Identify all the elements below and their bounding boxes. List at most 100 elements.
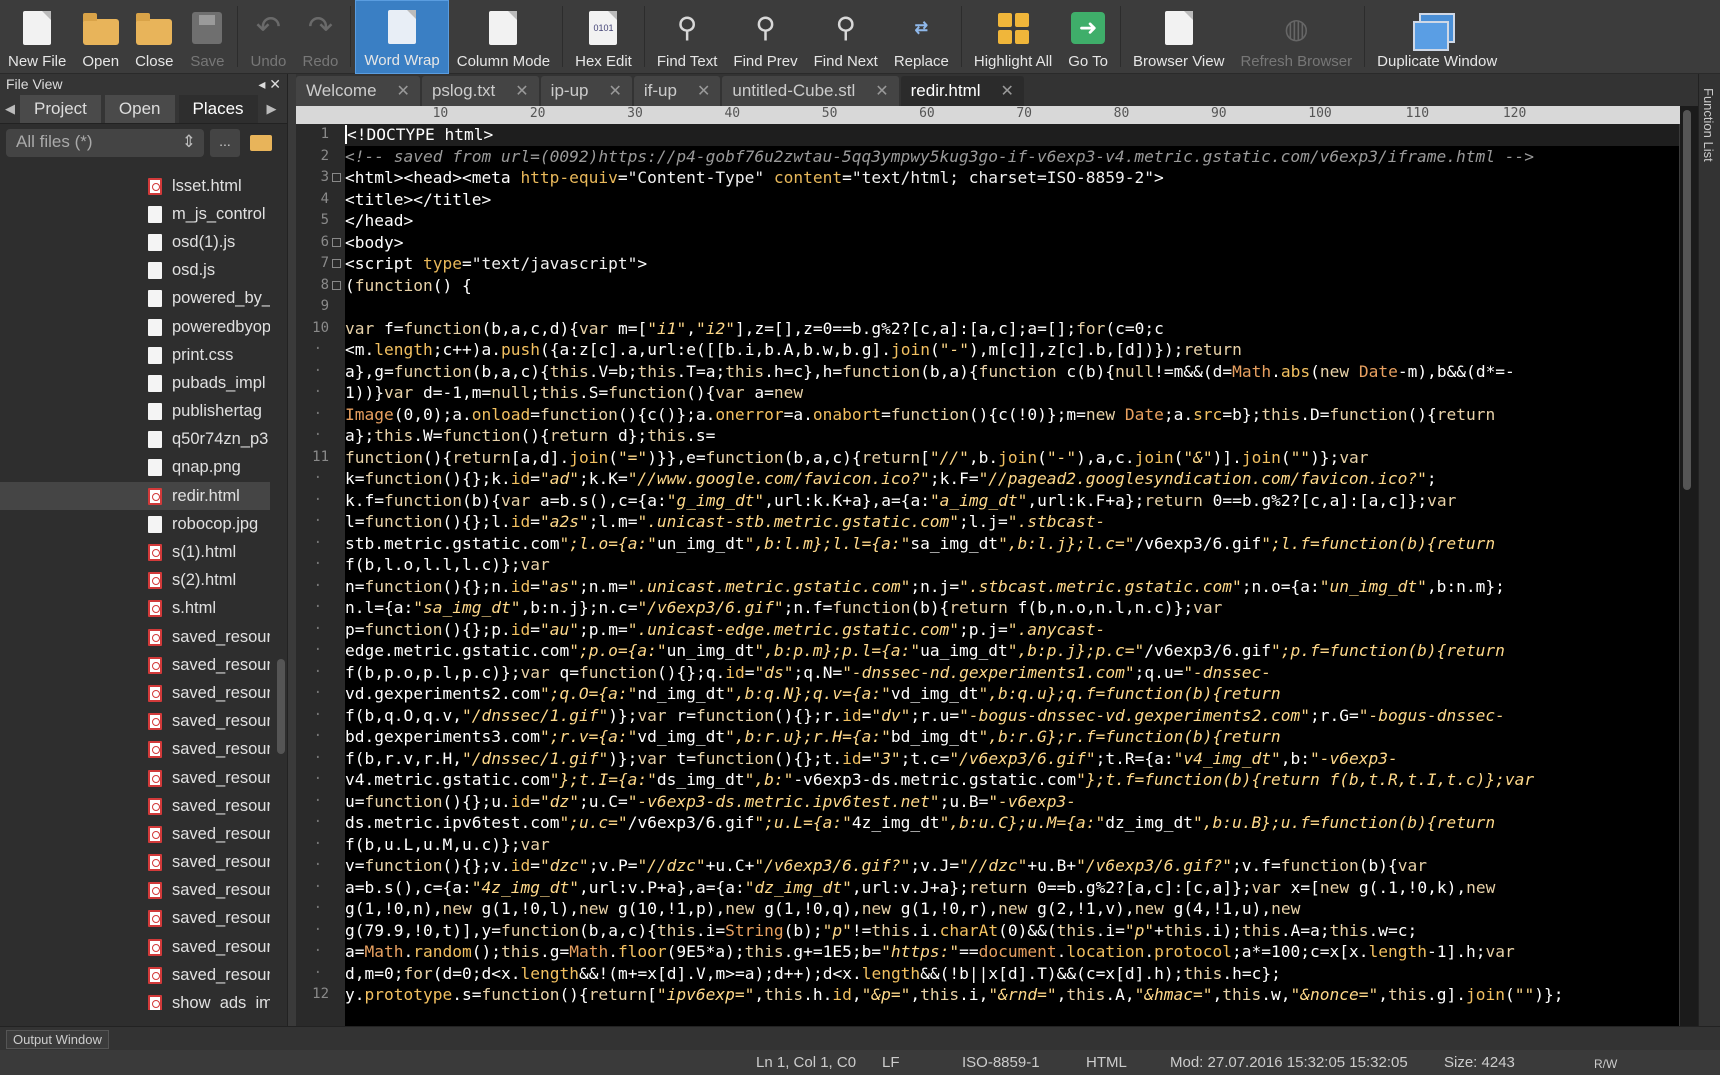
new-file-button[interactable]: New File — [0, 0, 74, 74]
output-window-tab[interactable]: Output Window — [6, 1030, 109, 1049]
tab-close-icon[interactable]: ✕ — [697, 81, 710, 101]
file-list-item[interactable]: lsset.html — [0, 172, 270, 200]
file-list-item[interactable]: saved_resour — [0, 679, 270, 707]
code-line[interactable]: a=b.s(),c={a:"4z_img_dt",url:v.P+a},a={a… — [345, 877, 1679, 899]
editor-tab[interactable]: untitled-Cube.stl ✕ — [722, 76, 899, 106]
column-mode-button[interactable]: Column Mode — [449, 0, 558, 74]
function-list-sidebar[interactable]: Function List — [1698, 74, 1720, 1026]
line-ending[interactable]: LF — [882, 1054, 900, 1071]
highlight-all-button[interactable]: Highlight All — [966, 0, 1060, 74]
code-line[interactable]: k.f=function(b){var a=b.s(),c={a:"g_img_… — [345, 490, 1679, 512]
editor-scrollbar-thumb[interactable] — [1683, 110, 1691, 490]
file-list-item[interactable]: saved_resour — [0, 905, 270, 933]
file-list-item[interactable]: redir.html — [0, 482, 270, 511]
code-line[interactable]: f(b,u.L,u.M,u.c)};var — [345, 834, 1679, 856]
save-button[interactable]: Save — [181, 0, 233, 74]
code-line[interactable]: d,m=0;for(d=0;d<x.length&&!(m+=x[d].V,m>… — [345, 963, 1679, 985]
editor-tab[interactable]: pslog.txt ✕ — [421, 76, 539, 106]
file-list-scrollbar[interactable] — [277, 659, 285, 754]
filter-options-button[interactable]: ... — [210, 129, 240, 157]
file-list-item[interactable]: print.css — [0, 341, 270, 369]
file-list-item[interactable]: pubads_impl — [0, 369, 270, 397]
file-list-item[interactable]: s.html — [0, 595, 270, 623]
editor-tab[interactable]: if-up ✕ — [633, 76, 721, 106]
code-line[interactable]: f(b,l.o,l.l,l.c)};var — [345, 554, 1679, 576]
tab-open[interactable]: Open — [104, 94, 175, 123]
fold-toggle-icon[interactable] — [332, 259, 341, 268]
file-list-item[interactable]: saved_resour — [0, 792, 270, 820]
code-line[interactable]: <!DOCTYPE html> — [345, 124, 1679, 146]
tab-scroll-left-icon[interactable]: ◀ — [0, 101, 20, 117]
tab-close-icon[interactable]: ✕ — [1001, 81, 1014, 101]
code-line[interactable]: n=function(){};n.id="as";n.m=".unicast.m… — [345, 576, 1679, 598]
file-list-item[interactable]: s(2).html — [0, 567, 270, 595]
tab-scroll-right-icon[interactable]: ▶ — [262, 101, 282, 117]
file-list-item[interactable]: qnap.png — [0, 454, 270, 482]
redo-button[interactable]: ↷ Redo — [294, 0, 346, 74]
code-line[interactable]: y.prototype.s=function(){return["ipv6exp… — [345, 984, 1679, 1006]
code-line[interactable]: f(b,q.O,q.v,"/dnssec/1.gif")};var r=func… — [345, 705, 1679, 727]
code-line[interactable]: 1))}var d=-1,m=null;this.S=function(){va… — [345, 382, 1679, 404]
code-line[interactable]: g(1,!0,n),new g(1,!0,l),new g(10,!1,p),n… — [345, 898, 1679, 920]
find-prev-button[interactable]: ⚲ Find Prev — [725, 0, 805, 74]
code-line[interactable]: a},g=function(b,a,c){this.V=b;this.T=a;t… — [345, 361, 1679, 383]
fold-toggle-icon[interactable] — [332, 280, 341, 290]
code-line[interactable]: <html><head><meta http-equiv="Content-Ty… — [345, 167, 1679, 189]
file-list-item[interactable]: saved_resour — [0, 736, 270, 764]
file-list-item[interactable]: s(1).html — [0, 538, 270, 566]
panel-controls-icon[interactable]: ◂ ✕ — [258, 76, 281, 92]
code-line[interactable]: Image(0,0);a.onload=function(){c()};a.on… — [345, 404, 1679, 426]
file-list-item[interactable]: publishertag — [0, 398, 270, 426]
file-list-item[interactable]: powered_by_ — [0, 285, 270, 313]
code-line[interactable]: <script type="text/javascript"> — [345, 253, 1679, 275]
file-list-item[interactable]: saved_resour — [0, 651, 270, 679]
encoding[interactable]: ISO-8859-1 — [962, 1054, 1040, 1071]
code-line[interactable]: v4.metric.gstatic.com"};t.I={a:"ds_img_d… — [345, 769, 1679, 791]
code-line[interactable]: g(79.9,!0,t)],y=function(b,a,c){this.i=S… — [345, 920, 1679, 942]
code-line[interactable]: (function() { — [345, 275, 1679, 297]
go-to-button[interactable]: ➜ Go To — [1060, 0, 1116, 74]
refresh-browser-button[interactable]: ◍ Refresh Browser — [1232, 0, 1360, 74]
file-list-item[interactable]: saved_resour — [0, 708, 270, 736]
file-list-item[interactable]: saved_resour — [0, 623, 270, 651]
tab-close-icon[interactable]: ✕ — [397, 81, 410, 101]
code-line[interactable]: u=function(){};u.id="dz";u.C="-v6exp3-ds… — [345, 791, 1679, 813]
code-line[interactable]: <m.length;c++)a.push({a:z[c].a,url:e([[b… — [345, 339, 1679, 361]
file-filter-select[interactable]: All files (*) — [6, 129, 204, 157]
file-list-item[interactable]: saved_resour — [0, 820, 270, 848]
tab-close-icon[interactable]: ✕ — [608, 81, 621, 101]
code-line[interactable]: <!-- saved from url=(0092)https://p4-gob… — [345, 146, 1679, 168]
file-list-item[interactable]: robocop.jpg — [0, 510, 270, 538]
tab-project[interactable]: Project — [20, 94, 101, 123]
code-line[interactable]: vd.gexperiments2.com";q.O={a:"nd_img_dt"… — [345, 683, 1679, 705]
file-list-item[interactable]: osd.js — [0, 257, 270, 285]
undo-button[interactable]: ↶ Undo — [242, 0, 294, 74]
code-line[interactable]: f(b,r.v,r.H,"/dnssec/1.gif")};var t=func… — [345, 748, 1679, 770]
code-line[interactable]: v=function(){};v.id="dzc";v.P="//dzc"+u.… — [345, 855, 1679, 877]
replace-button[interactable]: ⇄ Replace — [886, 0, 957, 74]
tab-close-icon[interactable]: ✕ — [875, 81, 888, 101]
file-list-item[interactable]: saved_resour — [0, 877, 270, 905]
code-line[interactable]: p=function(){};p.id="au";p.m=".unicast-e… — [345, 619, 1679, 641]
code-line[interactable]: stb.metric.gstatic.com";l.o={a:"un_img_d… — [345, 533, 1679, 555]
file-list-item[interactable]: show_ads_im — [0, 989, 270, 1010]
file-list-item[interactable]: osd(1).js — [0, 228, 270, 256]
code-line[interactable]: edge.metric.gstatic.com";p.o={a:"un_img_… — [345, 640, 1679, 662]
code-line[interactable]: bd.gexperiments3.com";r.v={a:"vd_img_dt"… — [345, 726, 1679, 748]
duplicate-window-button[interactable]: Duplicate Window — [1369, 0, 1505, 74]
code-line[interactable]: f(b,p.o,p.l,p.c)};var q=function(){};q.i… — [345, 662, 1679, 684]
browser-view-button[interactable]: Browser View — [1125, 0, 1232, 74]
editor-tab[interactable]: Welcome ✕ — [296, 76, 420, 106]
file-list-item[interactable]: saved_resour — [0, 849, 270, 877]
open-button[interactable]: Open — [74, 0, 127, 74]
code-line[interactable]: <body> — [345, 232, 1679, 254]
word-wrap-button[interactable]: Word Wrap — [355, 0, 449, 74]
code-line[interactable]: a=Math.random();this.g=Math.floor(9E5*a)… — [345, 941, 1679, 963]
fold-toggle-icon[interactable] — [332, 237, 341, 247]
code-line[interactable]: l=function(){};l.id="a2s";l.m=".unicast-… — [345, 511, 1679, 533]
close-button[interactable]: Close — [127, 0, 181, 74]
file-list-item[interactable]: m_js_control — [0, 200, 270, 228]
code-line[interactable]: ds.metric.ipv6test.com";u.c="/v6exp3/6.g… — [345, 812, 1679, 834]
code-line[interactable]: <title></title> — [345, 189, 1679, 211]
file-list-item[interactable]: q50r74zn_p3 — [0, 426, 270, 454]
